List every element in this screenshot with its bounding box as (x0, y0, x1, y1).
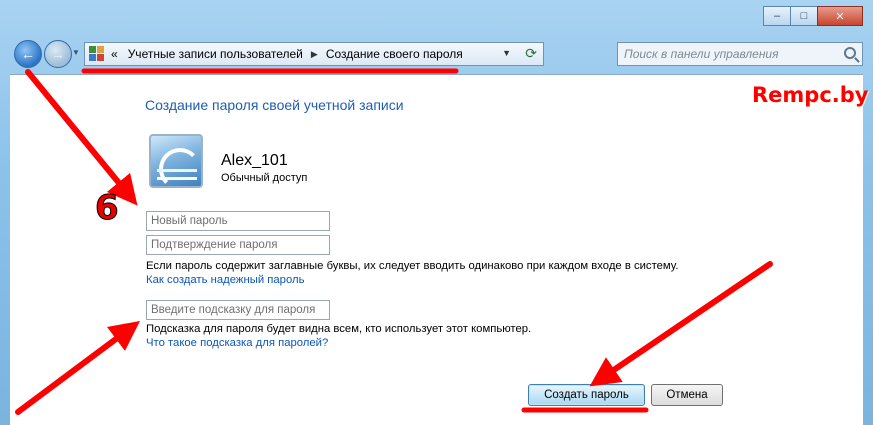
search-field[interactable]: Поиск в панели управления (617, 42, 863, 66)
chevron-down-icon[interactable]: ▼ (502, 48, 511, 58)
strong-password-link[interactable]: Как создать надежный пароль (146, 274, 304, 286)
caption-buttons: – □ ✕ (763, 6, 863, 26)
site-watermark: Rempc.by (752, 83, 869, 107)
address-bar[interactable]: « Учетные записи пользователей ▶ Создани… (84, 42, 544, 66)
create-password-button[interactable]: Создать пароль (528, 384, 645, 406)
annotation-step-number: 6 (95, 188, 120, 229)
breadcrumb-user-accounts[interactable]: Учетные записи пользователей (128, 47, 303, 61)
case-sensitivity-note: Если пароль содержит заглавные буквы, их… (146, 260, 679, 272)
hint-visibility-note: Подсказка для пароля будет видна всем, к… (146, 323, 532, 335)
close-button[interactable]: ✕ (817, 6, 863, 26)
refresh-icon[interactable]: ⟳ (525, 45, 537, 62)
user-name: Alex_101 (221, 152, 288, 169)
password-hint-help-link[interactable]: Что такое подсказка для паролей? (146, 337, 328, 349)
chevron-right-icon[interactable]: ▶ (311, 49, 318, 60)
forward-button[interactable]: → (44, 40, 72, 68)
page-title: Создание пароля своей учетной записи (145, 97, 404, 113)
breadcrumb-prefix[interactable]: « (111, 47, 118, 61)
user-role: Обычный доступ (221, 172, 308, 184)
search-placeholder: Поиск в панели управления (624, 47, 779, 61)
control-panel-icon (89, 46, 105, 62)
confirm-password-input[interactable] (146, 235, 330, 255)
content-pane: Создание пароля своей учетной записи Rem… (10, 74, 868, 425)
maximize-button[interactable]: □ (790, 6, 818, 26)
breadcrumb-create-password[interactable]: Создание своего пароля (326, 47, 463, 61)
back-button[interactable]: ← (14, 40, 42, 68)
minimize-button[interactable]: – (763, 6, 791, 26)
arrow-left-icon: ← (21, 46, 35, 62)
search-icon[interactable] (844, 47, 856, 59)
user-avatar (149, 134, 203, 188)
navigation-bar: ← → ▼ « Учетные записи пользователей ▶ С… (10, 38, 863, 70)
new-password-input[interactable] (146, 211, 330, 231)
arrow-right-icon: → (51, 46, 65, 62)
cancel-button[interactable]: Отмена (651, 384, 723, 406)
password-hint-input[interactable] (146, 300, 330, 320)
window-frame: – □ ✕ ← → ▼ « Учетные записи пользовател… (0, 0, 873, 425)
recent-pages-dropdown[interactable]: ▼ (72, 48, 80, 57)
